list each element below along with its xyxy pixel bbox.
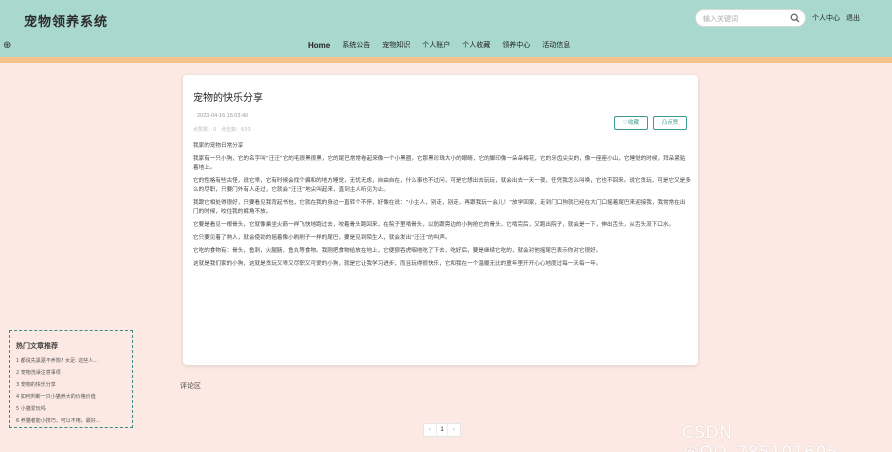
hot-articles-list: 1 都说先黑驱不养狗? 女足: 这些人... 2 宠物洗澡注意事项 3 宠物的快… — [16, 355, 132, 427]
current-page[interactable]: 1 — [436, 424, 448, 436]
hot-articles-title: 热门文章推荐 — [16, 342, 58, 350]
post-paragraph: 这就是我们家的小狗，这就是贪玩又乖又尽职又可爱的小狗，就是它让我学习进步，而且玩… — [193, 261, 602, 267]
post-paragraph: 它的性格有些古怪，说它乖，它有时候会找个偏和的地方睡觉，无忧无虑，自由自在，什么… — [193, 178, 691, 193]
watermark: CSDN @QQ_785101605 — [682, 423, 838, 452]
search-input[interactable] — [703, 12, 783, 25]
post-card: 宠物的快乐分享 2023-04-16 15:03:40 点赞数：0 点击数：63… — [183, 75, 698, 365]
post-paragraph: 它要是看见一根骨头，它就像乘坐火箭一样飞快地跑过去，咬着骨头跑回来，在院子里啃骨… — [193, 222, 675, 228]
nav-pet-knowledge[interactable]: 宠物知识 — [376, 35, 416, 56]
accent-strip — [0, 57, 892, 63]
site-title[interactable]: 宠物领养系统 — [24, 11, 108, 30]
nav-home[interactable]: Home — [302, 35, 336, 56]
collect-button[interactable]: ♡收藏 — [614, 116, 648, 130]
post-stats: 点赞数：0 点击数：633 — [193, 127, 251, 133]
post-paragraph: 我家有一只小狗，它的名字叫“汪汪”它的毛很黑很黑，它的尾巴常常卷起来像一个小黑圈… — [193, 156, 686, 171]
prev-page-button[interactable]: ‹ — [424, 424, 436, 436]
pagination: ‹ 1 › — [423, 423, 461, 437]
main-nav: Home 系统公告 宠物知识 个人账户 个人收藏 领养中心 活动信息 — [302, 35, 577, 56]
logout-link[interactable]: 退出 — [846, 13, 860, 23]
next-page-button[interactable]: › — [448, 424, 460, 436]
hot-article-item[interactable]: 5 小猫爱玩吗 — [16, 403, 132, 415]
post-content: 我家的宠物日常分享 我家有一只小狗，它的名字叫“汪汪”它的毛很黑很黑，它的尾巴常… — [193, 142, 691, 273]
hot-article-item[interactable]: 1 都说先黑驱不养狗? 女足: 这些人... — [16, 355, 132, 367]
post-date: 2023-04-16 15:03:40 — [197, 113, 249, 119]
user-center-link[interactable]: 个人中心 — [812, 13, 840, 23]
hot-article-item[interactable]: 3 宠物的快乐分享 — [16, 379, 132, 391]
hot-article-item[interactable]: 4 如何判断一只小猫养大的价格价值 — [16, 391, 132, 403]
header: 宠物领养系统 ⊕ 个人中心 退出 Home 系统公告 宠物知识 个人账户 个人收… — [0, 0, 892, 57]
globe-icon: ⊕ — [3, 40, 12, 51]
hot-article-item[interactable]: 6 养猫者能小技巧，可以不用。最好... — [16, 415, 132, 427]
hot-article-item[interactable]: 2 宠物洗澡注意事项 — [16, 367, 132, 379]
hot-articles-panel: 热门文章推荐 1 都说先黑驱不养狗? 女足: 这些人... 2 宠物洗澡注意事项… — [9, 330, 133, 428]
comments-label: 评论区 — [180, 382, 201, 390]
nav-account[interactable]: 个人账户 — [416, 35, 456, 56]
post-paragraph: 它只要见着了熟人，就会使劲的摇着像小刷刷子一样的尾巴，要是见到陌生人，就会发出“… — [193, 235, 451, 241]
nav-adoption-center[interactable]: 领养中心 — [496, 35, 536, 56]
search-icon[interactable] — [790, 13, 800, 23]
post-paragraph: 我跟它相处得很好，只要看见我背起书包，它就在我的身边一直转个不停，好像在说：“小… — [193, 200, 686, 215]
nav-events[interactable]: 活动信息 — [536, 35, 576, 56]
nav-favorites[interactable]: 个人收藏 — [456, 35, 496, 56]
post-paragraph: 我家的宠物日常分享 — [193, 143, 244, 149]
post-paragraph: 它吃的食物有：骨头，鱼刺，火腿肠，鱼丸等食物。我刚把食物给放在地上，它便狼吞虎咽… — [193, 248, 602, 254]
nav-announcements[interactable]: 系统公告 — [336, 35, 376, 56]
post-title: 宠物的快乐分享 — [193, 93, 263, 104]
like-button[interactable]: 凸点赞 — [653, 116, 687, 130]
search-box — [695, 9, 806, 27]
